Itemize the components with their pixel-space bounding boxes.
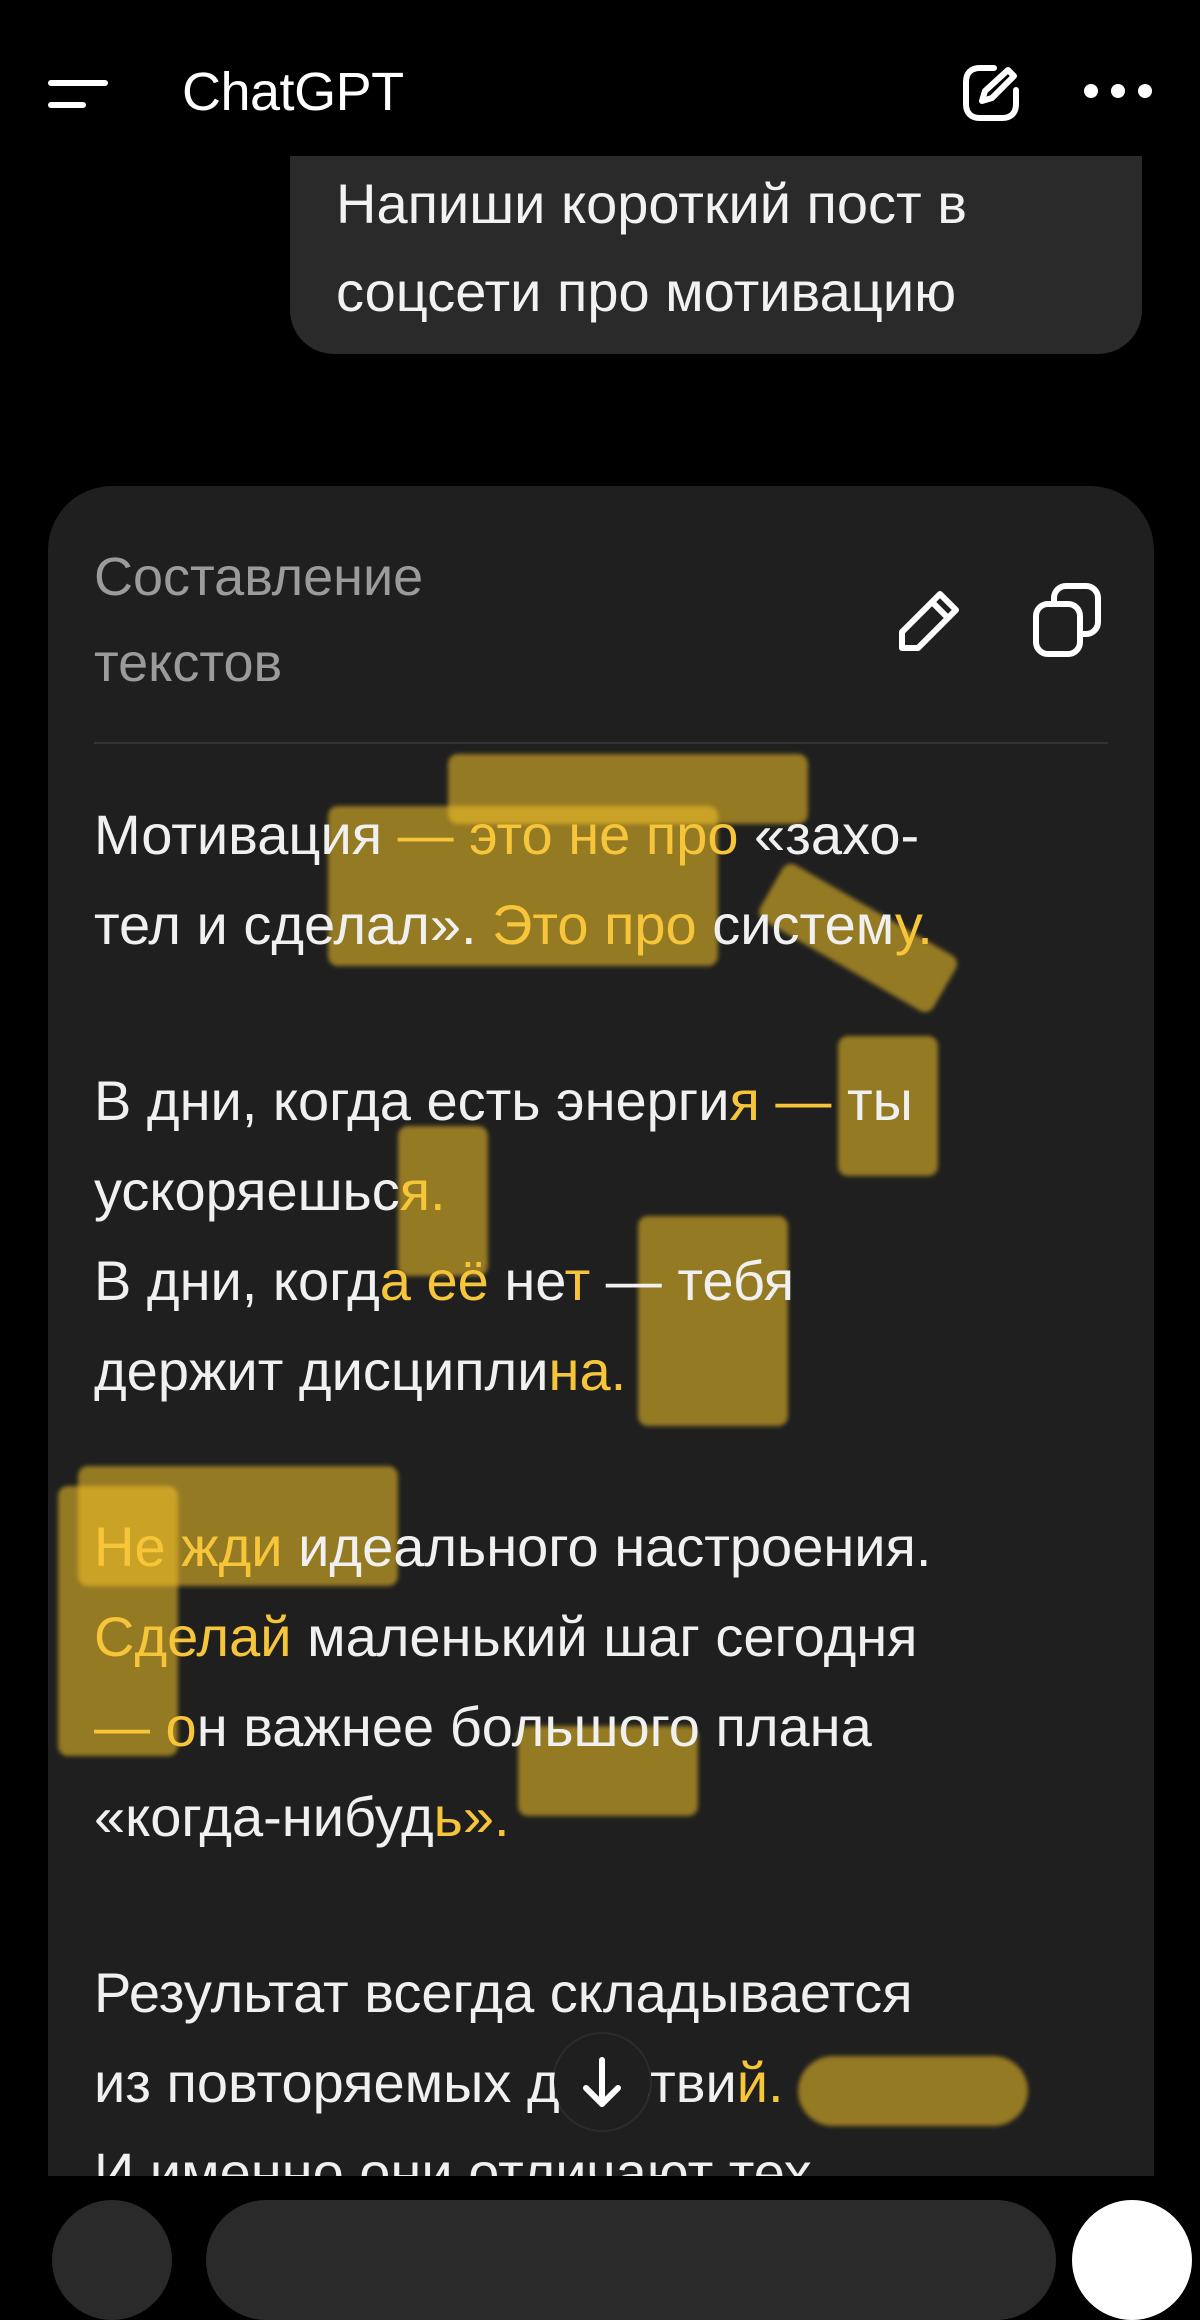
canvas-card: Составление текстов Мотивация — это не п… <box>48 486 1154 2176</box>
canvas-text[interactable]: Мотивация — это не про «захо- тел и сдел… <box>94 790 1134 2176</box>
pencil-icon <box>899 591 959 651</box>
scroll-to-bottom-button[interactable] <box>554 2034 650 2130</box>
top-bar: ChatGPT <box>0 0 1200 156</box>
text-line: Результат всегда складывается <box>94 1961 913 2024</box>
user-message-line: соцсети про мотивацию <box>336 260 957 323</box>
copy-icon <box>1033 583 1101 657</box>
text-line: — он важнее большого плана <box>94 1695 872 1758</box>
text-line: И именно они отличают тех. <box>94 2141 828 2176</box>
text-line: В дни, когда её нет — тебя <box>94 1249 795 1312</box>
arrow-down-icon <box>583 2057 621 2107</box>
canvas-title: Составление текстов <box>94 547 424 693</box>
text-line: Мотивация — это не про «захо- <box>94 803 920 866</box>
text-line: ускоряешься. <box>94 1159 446 1222</box>
text-line: «когда-нибудь». <box>94 1785 510 1848</box>
paragraph: В дни, когда есть энергия — ты ускоряешь… <box>94 1056 1134 1416</box>
message-input[interactable] <box>206 2200 1056 2320</box>
new-chat-button[interactable] <box>958 60 1024 126</box>
text-line: тел и сделал». Это про систему. <box>94 893 933 956</box>
user-message-line: Напиши короткий пост в <box>336 172 967 235</box>
compose-icon <box>963 65 1019 121</box>
text-line: Сделай маленький шаг сегодня <box>94 1605 918 1668</box>
user-message-bubble: Напиши короткий пост в соцсети про мотив… <box>290 130 1142 354</box>
paragraph: Мотивация — это не про «захо- тел и сдел… <box>94 790 1134 970</box>
app-title: ChatGPT <box>182 62 404 122</box>
voice-button[interactable] <box>1072 2200 1192 2320</box>
menu-button[interactable] <box>48 76 112 116</box>
copy-button[interactable] <box>1032 582 1102 658</box>
edit-button[interactable] <box>894 586 964 656</box>
divider <box>94 742 1108 744</box>
text-line: Не жди идеального настроения. <box>94 1515 932 1578</box>
text-line: В дни, когда есть энергия — ты <box>94 1069 913 1132</box>
paragraph: Не жди идеального настроения. Сделай мал… <box>94 1502 1134 1862</box>
attach-button[interactable] <box>52 2200 172 2320</box>
text-line: держит дисциплина. <box>94 1339 627 1402</box>
more-options-button[interactable] <box>1080 74 1156 108</box>
